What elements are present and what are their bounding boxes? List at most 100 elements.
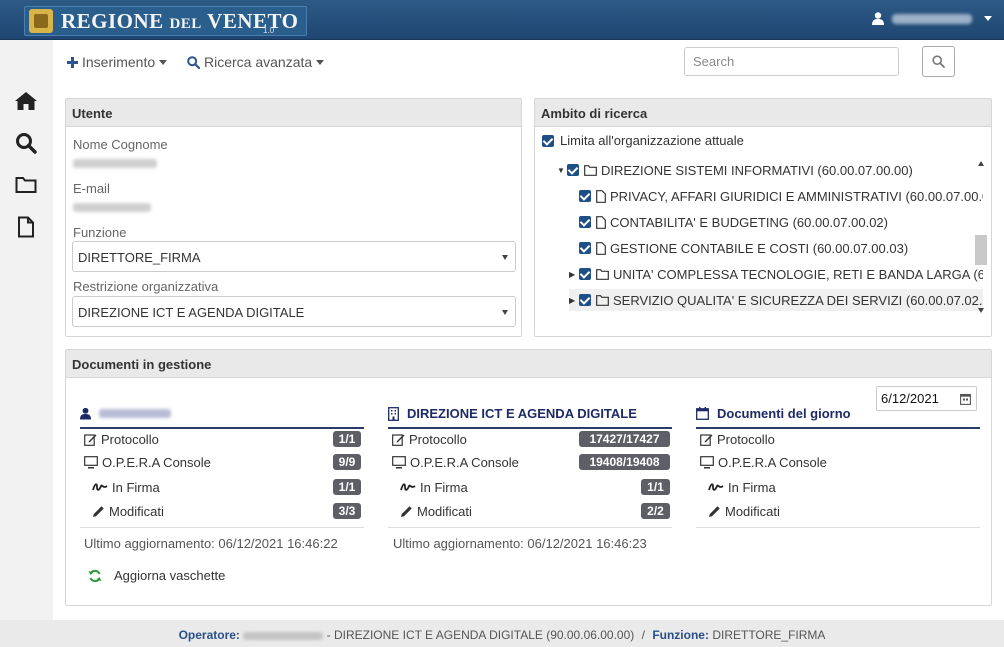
tree-checkbox[interactable] [579,216,591,228]
col-struttura-header: DIREZIONE ICT E AGENDA DIGITALE [388,400,672,429]
in-firma-count-badge: 1/1 [333,479,361,495]
org-tree: ▼ DIREZIONE SISTEMI INFORMATIVI (60.00.0… [541,157,983,317]
tree-node[interactable]: PRIVACY, AFFARI GIURIDICI E AMMINISTRATI… [579,185,983,207]
chevron-down-icon [502,310,508,315]
file-icon [596,189,606,203]
tree-checkbox[interactable] [567,164,579,176]
protocollo-row[interactable]: Protocollo [392,429,467,449]
tree-node[interactable]: ▼ DIREZIONE SISTEMI INFORMATIVI (60.00.0… [557,159,913,181]
sidebar [0,40,53,620]
modificati-row[interactable]: Modificati [708,501,780,521]
opera-count-badge: 9/9 [333,454,361,470]
app-version: 1.0 [263,26,275,35]
folder-icon[interactable] [13,172,39,198]
opera-console-row[interactable]: O.P.E.R.A Console [700,452,827,472]
restrizione-label: Restrizione organizzativa [73,279,219,294]
signature-icon [92,483,108,491]
tree-node[interactable]: GESTIONE CONTABILE E COSTI (60.00.07.00.… [579,237,908,259]
edit-icon [700,433,713,446]
file-icon [596,215,606,229]
protocollo-row[interactable]: Protocollo [700,429,775,449]
main-content: Inserimento Ricerca avanzata Utente Nome… [53,40,1004,620]
chevron-down-icon [984,16,992,21]
file-icon [596,241,606,255]
calendar-icon [696,407,709,420]
utente-panel: Utente Nome Cognome E-mail Funzione DIRE… [65,98,522,337]
building-icon [388,406,399,421]
refresh-icon [88,569,102,582]
pencil-icon [93,505,104,517]
tree-collapsed-icon[interactable]: ▶ [569,270,577,279]
folder-icon [584,164,597,176]
footer-funzione-value: DIRETTORE_FIRMA [712,628,826,642]
documenti-panel-title: Documenti in gestione [66,350,991,378]
folder-icon [596,268,609,280]
restrizione-select[interactable]: DIREZIONE ICT E AGENDA DIGITALE [72,296,516,327]
in-firma-row[interactable]: In Firma [92,477,160,497]
home-icon[interactable] [13,88,39,114]
user-name-redacted [892,13,972,24]
date-input[interactable]: 6/12/2021 [876,386,977,411]
documenti-panel: Documenti in gestione Protocollo 1/1 O.P… [65,349,992,606]
edit-icon [392,433,405,446]
tree-checkbox[interactable] [579,268,591,280]
footer-struttura: - DIREZIONE ICT E AGENDA DIGITALE (90.00… [326,628,635,642]
tree-checkbox[interactable] [579,242,591,254]
aggiorna-vaschette-button[interactable]: Aggiorna vaschette [88,568,225,583]
in-firma-row[interactable]: In Firma [708,477,776,497]
protocollo-row[interactable]: Protocollo [84,429,159,449]
search-button[interactable] [922,46,955,77]
opera-console-row[interactable]: O.P.E.R.A Console [84,452,211,472]
modificati-count-badge: 3/3 [333,503,361,519]
signature-icon [400,483,416,491]
limita-checkbox[interactable] [542,134,554,147]
nome-cognome-value-redacted [73,159,157,168]
scroll-up-icon[interactable] [978,161,984,166]
search-icon [932,55,945,68]
divider [696,527,980,528]
pencil-icon [709,505,720,517]
monitor-icon [84,455,98,468]
scroll-thumb[interactable] [975,235,987,265]
tree-collapsed-icon[interactable]: ▶ [569,296,577,305]
scroll-down-icon[interactable] [978,308,984,313]
signature-icon [708,483,724,491]
chevron-down-icon [316,59,325,65]
tree-node[interactable]: ▶ UNITA' COMPLESSA TECNOLOGIE, RETI E BA… [569,263,983,285]
inserimento-menu[interactable]: Inserimento [67,54,168,70]
tree-node[interactable]: CONTABILITA' E BUDGETING (60.00.07.00.02… [579,211,888,233]
user-menu[interactable] [872,12,992,25]
search-icon[interactable] [13,130,39,156]
opera-count-badge: 19408/19408 [579,454,670,470]
ambito-panel: Ambito di ricerca Limita all'organizzazi… [534,98,992,337]
limita-checkbox-row[interactable]: Limita all'organizzazione attuale [542,133,744,148]
folder-icon [596,294,609,306]
protocollo-count-badge: 17427/17427 [579,431,670,447]
monitor-icon [392,455,406,468]
file-icon[interactable] [13,214,39,240]
funzione-select[interactable]: DIRETTORE_FIRMA [72,241,516,272]
calendar-picker-icon[interactable] [960,393,971,405]
divider [80,527,364,528]
col-utente-header [80,400,364,429]
in-firma-row[interactable]: In Firma [400,477,468,497]
search-input[interactable] [684,47,899,76]
email-label: E-mail [73,181,110,196]
plus-icon [67,56,78,68]
modificati-row[interactable]: Modificati [92,501,164,521]
nome-cognome-label: Nome Cognome [73,137,168,152]
tree-expanded-icon[interactable]: ▼ [557,166,565,175]
tree-scrollbar[interactable] [975,157,987,317]
tree-checkbox[interactable] [579,294,591,306]
in-firma-count-badge: 1/1 [641,479,670,495]
modificati-row[interactable]: Modificati [400,501,472,521]
pencil-icon [401,505,412,517]
tree-node-selected[interactable]: ▶ SERVIZIO QUALITA' E SICUREZZA DEI SERV… [569,289,983,311]
tree-checkbox[interactable] [579,190,591,202]
opera-console-row[interactable]: O.P.E.R.A Console [392,452,519,472]
top-bar: REGIONE DEL VENETO 1.0 [0,0,1004,40]
edit-icon [84,433,97,446]
search-icon [187,55,200,69]
ultimo-aggiornamento-struttura: Ultimo aggiornamento: 06/12/2021 16:46:2… [393,536,647,551]
ricerca-avanzata-menu[interactable]: Ricerca avanzata [187,54,325,70]
